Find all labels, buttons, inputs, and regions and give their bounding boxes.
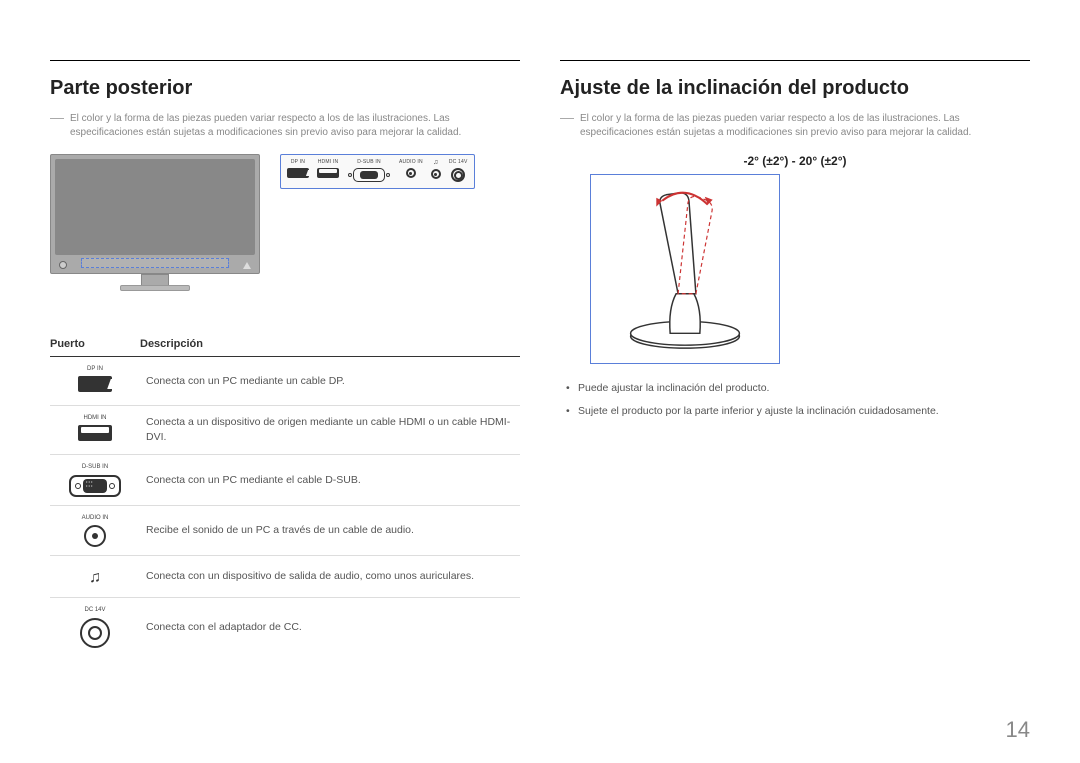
ports-table: Puerto Descripción DP IN Conecta con un … (50, 334, 520, 656)
table-row: DP IN Conecta con un PC mediante un cabl… (50, 357, 520, 406)
right-column: Ajuste de la inclinación del producto El… (560, 60, 1030, 656)
divider (560, 60, 1030, 61)
note-row: El color y la forma de las piezas pueden… (560, 112, 1030, 140)
dp-port-icon (287, 168, 309, 178)
port-desc: Conecta con un PC mediante el cable D-SU… (140, 455, 520, 505)
note-text: El color y la forma de las piezas pueden… (70, 112, 520, 140)
col-header-port: Puerto (50, 334, 140, 357)
table-row: ♫ Conecta con un dispositivo de salida d… (50, 555, 520, 597)
note-dash-icon (50, 118, 64, 119)
page-number: 14 (1006, 717, 1030, 743)
dsub-port-icon (353, 168, 385, 182)
port-label: D-SUB IN (357, 159, 381, 165)
table-row: D-SUB IN Conecta con un PC mediante el c… (50, 455, 520, 505)
audio-jack-icon (84, 525, 106, 547)
table-row: DC 14V Conecta con el adaptador de CC. (50, 598, 520, 656)
port-label: HDMI IN (318, 159, 339, 165)
tilt-bullet-list: Puede ajustar la inclinación del product… (566, 380, 1030, 420)
headphone-jack-icon (431, 169, 441, 179)
port-desc: Conecta a un dispositivo de origen media… (140, 406, 520, 455)
port-desc: Recibe el sonido de un PC a través de un… (140, 505, 520, 555)
headphone-icon: ♫ (433, 159, 438, 166)
list-item: Sujete el producto por la parte inferior… (566, 403, 1030, 420)
col-header-desc: Descripción (140, 334, 520, 357)
hdmi-port-icon (78, 425, 112, 441)
list-item: Puede ajustar la inclinación del product… (566, 380, 1030, 397)
hdmi-port-icon (317, 168, 339, 178)
headphone-icon: ♫ (89, 567, 101, 589)
dp-port-icon (78, 376, 112, 392)
port-zoom-panel: DP IN HDMI IN D-SUB IN AUDIO IN ♫ DC 14V (280, 154, 475, 189)
tilt-illustration (590, 174, 780, 364)
kensington-icon (59, 261, 67, 269)
tilt-range-label: -2° (±2°) - 20° (±2°) (560, 154, 1030, 168)
note-row: El color y la forma de las piezas pueden… (50, 112, 520, 140)
port-desc: Conecta con un dispositivo de salida de … (140, 555, 520, 597)
port-desc: Conecta con un PC mediante un cable DP. (140, 357, 520, 406)
dc-port-icon (451, 168, 465, 182)
audio-jack-icon (406, 168, 416, 178)
dsub-port-icon (69, 475, 121, 497)
warning-icon (243, 262, 251, 269)
monitor-rear-icon (50, 154, 260, 304)
port-label: DP IN (291, 159, 305, 165)
table-row: HDMI IN Conecta a un dispositivo de orig… (50, 406, 520, 455)
divider (50, 60, 520, 61)
note-text: El color y la forma de las piezas pueden… (580, 112, 1030, 140)
port-label: AUDIO IN (399, 159, 423, 165)
port-label: DC 14V (449, 159, 468, 165)
dc-port-icon (80, 618, 110, 648)
rear-illustration-wrap: DP IN HDMI IN D-SUB IN AUDIO IN ♫ DC 14V (50, 154, 520, 304)
note-dash-icon (560, 118, 574, 119)
left-column: Parte posterior El color y la forma de l… (50, 60, 520, 656)
heading-tilt: Ajuste de la inclinación del producto (560, 77, 1030, 100)
port-desc: Conecta con el adaptador de CC. (140, 598, 520, 656)
heading-rear: Parte posterior (50, 77, 520, 100)
table-row: AUDIO IN Recibe el sonido de un PC a tra… (50, 505, 520, 555)
